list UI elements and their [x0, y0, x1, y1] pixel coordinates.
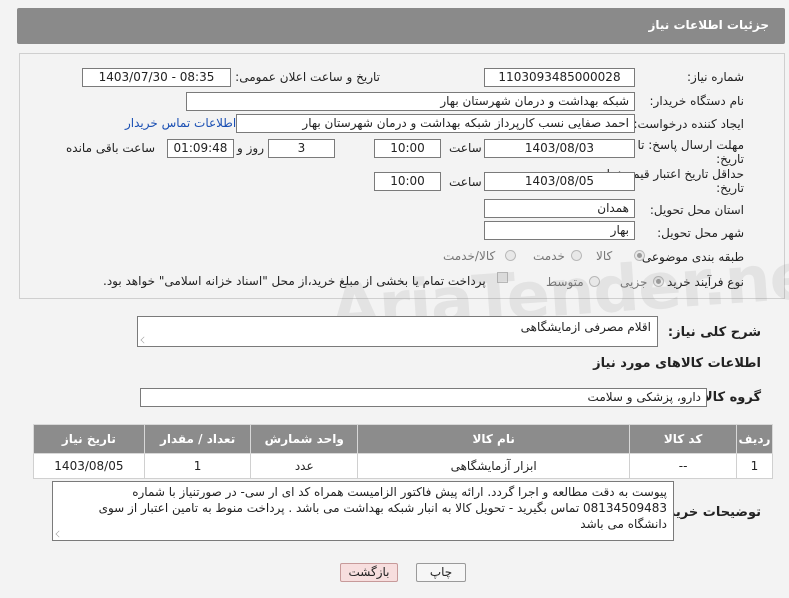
category-radio-goods[interactable]	[634, 250, 645, 261]
back-button[interactable]: بازگشت	[340, 563, 398, 582]
col-row-number: ردیف	[735, 424, 774, 454]
buyer-contact-link[interactable]: اطلاعات تماس خریدار	[125, 116, 236, 130]
price-validity-date-field: 1403/08/05	[484, 172, 635, 191]
goods-group-label: گروه کالا:	[697, 390, 761, 405]
deadline-time-field: 10:00	[374, 139, 441, 158]
need-number-field: 1103093485000028	[484, 68, 635, 87]
buyer-notes-field: پیوست به دقت مطالعه و اجرا گردد. ارائه پ…	[52, 481, 674, 541]
cell-unit: عدد	[250, 453, 359, 479]
cell-goods-name: ابزار آزمایشگاهی	[357, 453, 631, 479]
summary-text: اقلام مصرفی ازمایشگاهی	[520, 320, 651, 334]
treasury-payment-checkbox[interactable]	[497, 272, 508, 283]
cell-quantity: 1	[143, 453, 252, 479]
need-number-label: شماره نیاز:	[687, 70, 744, 84]
print-button[interactable]: چاپ	[416, 563, 466, 582]
resize-handle-icon[interactable]	[140, 336, 148, 344]
col-goods-code: کد کالا	[629, 424, 737, 454]
purchase-type-option-minor: جزیی	[620, 275, 648, 289]
category-radio-both[interactable]	[505, 250, 516, 261]
category-label: طبقه بندی موضوعی:	[637, 250, 744, 264]
deadline-time-label: ساعت	[449, 141, 482, 155]
resize-handle-icon[interactable]	[55, 530, 63, 538]
price-validity-time-label: ساعت	[449, 175, 482, 189]
summary-field: اقلام مصرفی ازمایشگاهی	[137, 316, 658, 347]
days-label: روز و	[237, 141, 264, 155]
cell-need-date: 1403/08/05	[33, 453, 145, 479]
treasury-payment-note: پرداخت تمام یا بخشی از مبلغ خرید،از محل …	[103, 274, 486, 288]
buyer-org-label: نام دستگاه خریدار:	[649, 94, 745, 108]
province-label: استان محل تحویل:	[649, 203, 744, 217]
goods-table-header: ردیف کد کالا نام کالا واحد شمارش تعداد /…	[33, 424, 774, 454]
col-goods-name: نام کالا	[357, 424, 631, 454]
col-quantity: تعداد / مقدار	[143, 424, 252, 454]
purchase-type-label: نوع فرآیند خرید :	[659, 275, 744, 289]
table-row: 1 -- ابزار آزمایشگاهی عدد 1 1403/08/05	[33, 453, 774, 479]
col-unit: واحد شمارش	[250, 424, 359, 454]
creator-label: ایجاد کننده درخواست:	[633, 117, 744, 131]
price-validity-time-field: 10:00	[374, 172, 441, 191]
category-option-both: کالا/خدمت	[443, 249, 496, 263]
remaining-label: ساعت باقی مانده	[66, 141, 156, 155]
announce-label: تاریخ و ساعت اعلان عمومی:	[235, 70, 380, 84]
goods-group-field: دارو، پزشکی و سلامت	[140, 388, 707, 407]
city-label: شهر محل تحویل:	[657, 226, 744, 240]
col-need-date: تاریخ نیاز	[33, 424, 145, 454]
days-field: 3	[268, 139, 335, 158]
page-title: جزئیات اطلاعات نیاز	[648, 18, 769, 32]
creator-field: احمد صفایی نسب کارپرداز شبکه بهداشت و در…	[236, 114, 635, 133]
announce-field: 1403/07/30 - 08:35	[82, 68, 231, 87]
deadline-date-field: 1403/08/03	[484, 139, 635, 158]
cell-goods-code: --	[629, 453, 737, 479]
price-validity-label-line2: تاریخ:	[716, 181, 744, 195]
deadline-label-line2: تاریخ:	[716, 152, 744, 166]
category-radio-service[interactable]	[571, 250, 582, 261]
buyer-org-field: شبکه بهداشت و درمان شهرستان بهار	[186, 92, 635, 111]
page-header: جزئیات اطلاعات نیاز	[17, 8, 785, 44]
purchase-type-radio-minor[interactable]	[653, 276, 664, 287]
goods-table: ردیف کد کالا نام کالا واحد شمارش تعداد /…	[33, 424, 774, 479]
purchase-type-option-medium: متوسط	[546, 275, 584, 289]
remaining-time-field: 01:09:48	[167, 139, 234, 158]
goods-section-title: اطلاعات کالاهای مورد نیاز	[593, 356, 761, 371]
purchase-type-radio-medium[interactable]	[589, 276, 600, 287]
deadline-label: مهلت ارسال پاسخ: تا	[637, 138, 744, 152]
city-field: بهار	[484, 221, 635, 240]
buyer-notes-text: پیوست به دقت مطالعه و اجرا گردد. ارائه پ…	[98, 485, 667, 531]
province-field: همدان	[484, 199, 635, 218]
category-option-goods: کالا	[596, 249, 613, 263]
cell-row-number: 1	[735, 453, 774, 479]
category-option-service: خدمت	[533, 249, 565, 263]
summary-label: شرح کلی نیاز:	[667, 325, 761, 340]
